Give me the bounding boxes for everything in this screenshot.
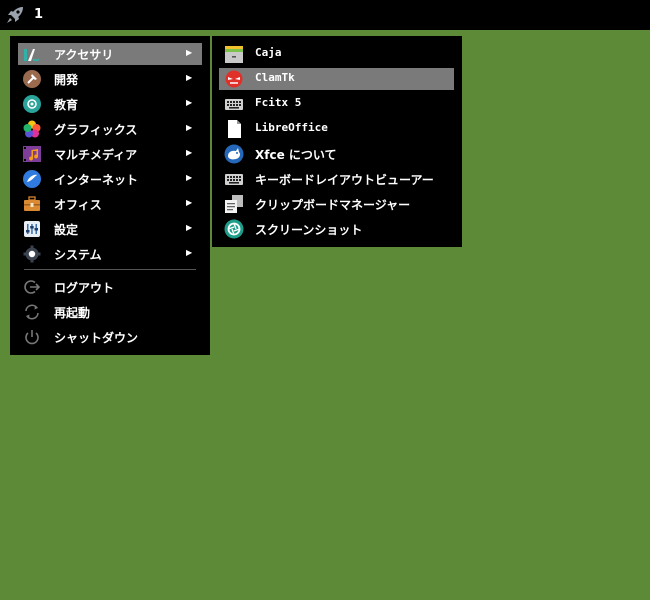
submenu-item-libreoffice[interactable]: LibreOffice [219, 118, 454, 140]
menu-item-label: グラフィックス [54, 123, 138, 137]
menu-item-label: 再起動 [54, 306, 91, 320]
submenu-arrow-icon: ▶ [186, 148, 193, 157]
graphics-icon [23, 120, 41, 138]
menu-item-label: システム [54, 248, 102, 262]
workspace-indicator[interactable]: 1 [34, 7, 43, 22]
submenu-item-label: LibreOffice [255, 121, 328, 134]
education-icon [23, 95, 41, 113]
submenu-item-label: Xfce について [255, 148, 337, 162]
menu-item-multimedia[interactable]: マルチメディア ▶ [18, 143, 202, 165]
menu-item-label: ログアウト [54, 281, 115, 295]
accessories-icon [23, 45, 41, 63]
submenu-item-keyboard-layout-viewer[interactable]: キーボードレイアウトビューアー [219, 168, 454, 190]
xfce-mouse-icon [224, 144, 244, 164]
logout-icon [23, 278, 41, 296]
submenu-arrow-icon: ▶ [186, 173, 193, 182]
menu-item-system[interactable]: システム ▶ [18, 243, 202, 265]
submenu-arrow-icon: ▶ [186, 98, 193, 107]
submenu-item-screenshot[interactable]: スクリーンショット [219, 218, 454, 240]
document-icon [224, 119, 244, 139]
submenu-arrow-icon: ▶ [186, 198, 193, 207]
menu-item-label: 設定 [54, 223, 79, 237]
top-panel: 1 [0, 0, 650, 30]
menu-item-shutdown[interactable]: シャットダウン [18, 326, 202, 348]
restart-icon [23, 303, 41, 321]
submenu-item-fcitx5[interactable]: Fcitx 5 [219, 93, 454, 115]
development-icon [23, 70, 41, 88]
menu-item-label: アクセサリ [54, 48, 114, 62]
submenu-item-clamtk[interactable]: ClamTk [219, 68, 454, 90]
menu-item-label: マルチメディア [54, 148, 138, 162]
menu-item-settings[interactable]: 設定 ▶ [18, 218, 202, 240]
submenu-item-label: キーボードレイアウトビューアー [255, 173, 434, 187]
office-icon [23, 195, 41, 213]
keyboard-icon [224, 94, 244, 114]
internet-icon [23, 170, 41, 188]
menu-item-internet[interactable]: インターネット ▶ [18, 168, 202, 190]
submenu-arrow-icon: ▶ [186, 73, 193, 82]
submenu-item-label: クリップボードマネージャー [255, 198, 411, 212]
submenu-item-label: スクリーンショット [255, 223, 363, 237]
power-icon [23, 328, 41, 346]
menu-item-label: 教育 [54, 98, 79, 112]
settings-icon [23, 220, 41, 238]
menu-item-development[interactable]: 開発 ▶ [18, 68, 202, 90]
clamtk-icon [224, 69, 244, 89]
system-icon [23, 245, 41, 263]
submenu-arrow-icon: ▶ [186, 223, 193, 232]
menu-item-label: 開発 [54, 73, 79, 87]
menu-item-logout[interactable]: ログアウト [18, 276, 202, 298]
submenu-arrow-icon: ▶ [186, 248, 193, 257]
menu-item-education[interactable]: 教育 ▶ [18, 93, 202, 115]
clipboard-icon [224, 194, 244, 214]
menu-item-label: インターネット [54, 173, 139, 187]
applications-menu: アクセサリ ▶ 開発 ▶ 教育 ▶ グラフィックス ▶ マルチメディア ▶ イン… [10, 36, 210, 355]
menu-item-graphics[interactable]: グラフィックス ▶ [18, 118, 202, 140]
file-cabinet-icon [224, 44, 244, 64]
screenshot-icon [224, 219, 244, 239]
menu-item-label: オフィス [54, 198, 102, 212]
accessories-submenu: Caja ClamTk Fcitx 5 LibreOffice Xfce につい… [212, 36, 462, 247]
keyboard-icon [224, 169, 244, 189]
menu-item-accessories[interactable]: アクセサリ ▶ [18, 43, 202, 65]
submenu-item-caja[interactable]: Caja [219, 43, 454, 65]
menu-item-label: シャットダウン [54, 331, 139, 345]
multimedia-icon [23, 145, 41, 163]
submenu-arrow-icon: ▶ [186, 123, 193, 132]
submenu-item-label: Fcitx 5 [255, 96, 302, 109]
menu-separator [24, 269, 196, 270]
rocket-icon[interactable] [5, 5, 25, 25]
menu-item-restart[interactable]: 再起動 [18, 301, 202, 323]
submenu-arrow-icon: ▶ [186, 48, 193, 57]
submenu-item-clipboard-manager[interactable]: クリップボードマネージャー [219, 193, 454, 215]
submenu-item-about-xfce[interactable]: Xfce について [219, 143, 454, 165]
menu-item-office[interactable]: オフィス ▶ [18, 193, 202, 215]
submenu-item-label: Caja [255, 46, 282, 59]
submenu-item-label: ClamTk [255, 71, 295, 84]
